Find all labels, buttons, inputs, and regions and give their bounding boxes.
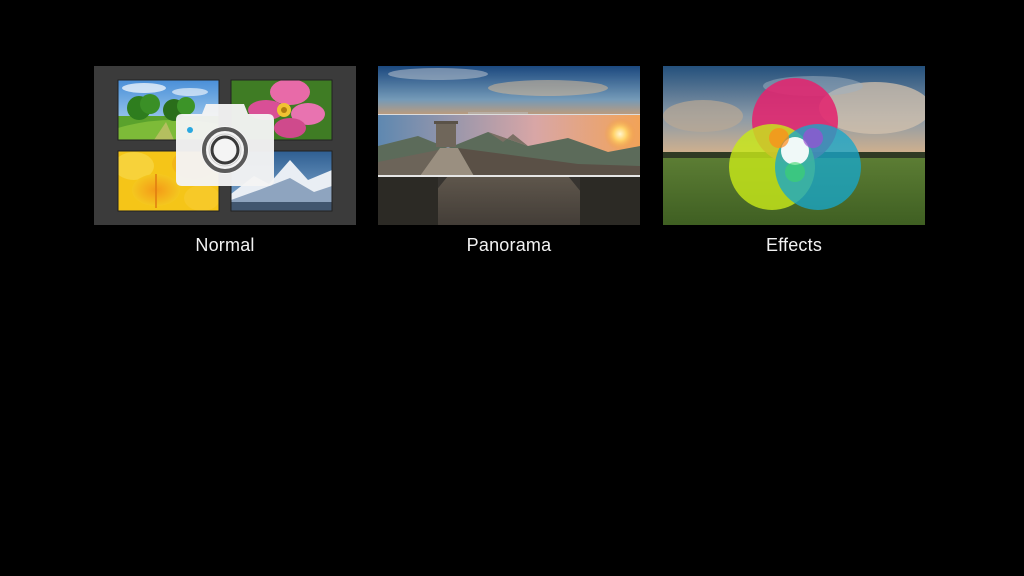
panorama-icon — [378, 66, 640, 225]
mode-effects[interactable]: Effects — [663, 66, 925, 256]
mode-normal[interactable]: Normal — [94, 66, 356, 256]
mode-label-panorama: Panorama — [466, 235, 552, 255]
panorama-thumbnail — [378, 66, 640, 225]
normal-thumbnail — [94, 66, 356, 225]
mode-label-normal: Normal — [195, 235, 255, 255]
mode-panorama[interactable]: Panorama — [378, 66, 640, 256]
effects-icon — [729, 78, 861, 210]
mode-label-effects: Effects — [765, 235, 823, 255]
camera-icon — [176, 104, 274, 186]
effects-thumbnail — [663, 66, 925, 225]
